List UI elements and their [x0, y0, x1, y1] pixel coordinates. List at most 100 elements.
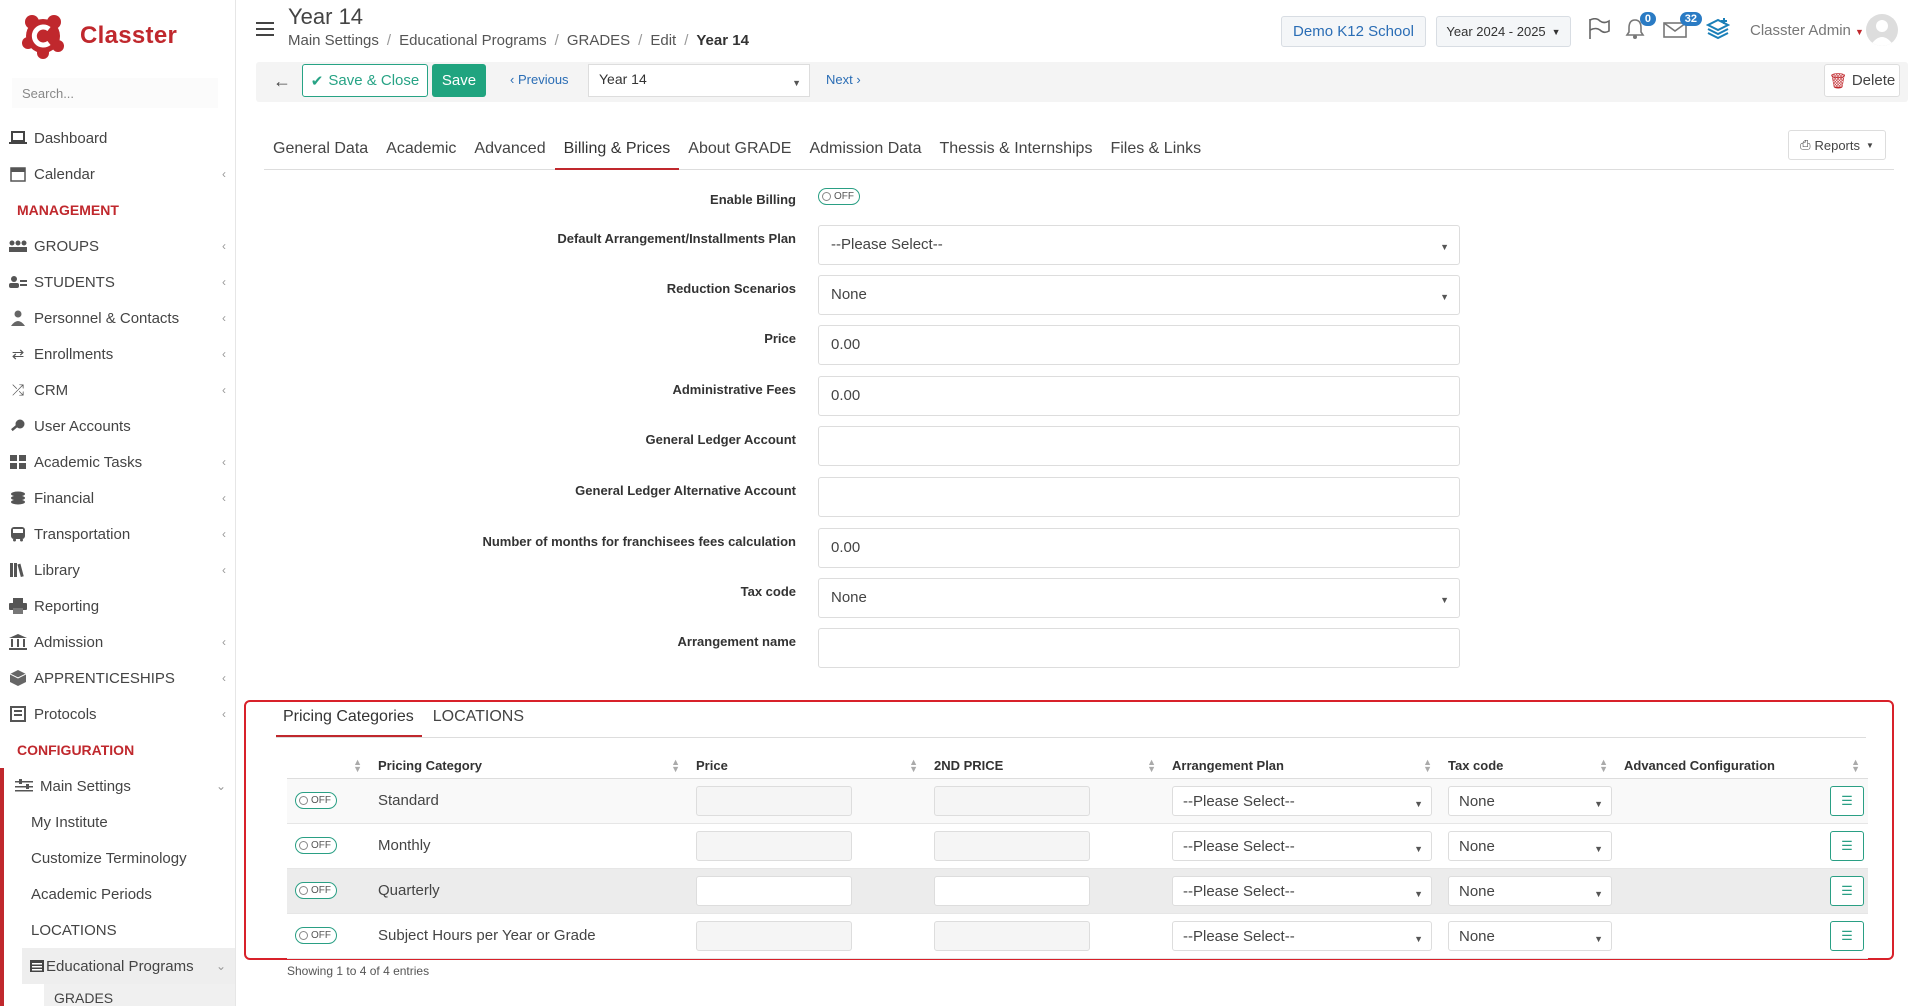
- row-enable-toggle[interactable]: OFF: [295, 882, 337, 899]
- breadcrumb-main-settings[interactable]: Main Settings: [288, 32, 379, 49]
- hamburger-menu-icon[interactable]: [256, 22, 274, 36]
- row-enable-toggle[interactable]: OFF: [295, 792, 337, 809]
- column-header-price[interactable]: Price ▲ ▼: [688, 754, 926, 779]
- sidebar-item-user-accounts[interactable]: User Accounts: [0, 408, 235, 444]
- arrangement-name-field[interactable]: [818, 628, 1460, 668]
- sidebar-item-customize-terminology[interactable]: Customize Terminology: [4, 840, 235, 876]
- default-arrangement-select[interactable]: --Please Select-- ▼: [818, 225, 1460, 265]
- tab-about-grade[interactable]: About GRADE: [679, 132, 800, 170]
- sidebar-item-academic-periods[interactable]: Academic Periods: [4, 876, 235, 912]
- bell-icon[interactable]: 0: [1620, 12, 1656, 44]
- sidebar-item-grades[interactable]: GRADES: [44, 984, 235, 1006]
- user-menu[interactable]: Classter Admin ▼: [1750, 22, 1864, 39]
- school-selector[interactable]: Demo K12 School: [1281, 16, 1426, 47]
- sidebar-item-enrollments[interactable]: ⇄ Enrollments ‹: [0, 336, 235, 372]
- breadcrumb-grades[interactable]: GRADES: [567, 32, 630, 49]
- column-header-pricing-category[interactable]: Pricing Category ▲ ▼: [370, 754, 688, 779]
- arrangement-plan-select[interactable]: --Please Select-- ▼: [1172, 785, 1432, 816]
- sidebar-item-main-settings[interactable]: Main Settings ⌄: [4, 768, 235, 804]
- general-ledger-alt-field[interactable]: [818, 477, 1460, 517]
- sidebar-item-transportation[interactable]: Transportation ‹: [0, 516, 235, 552]
- tax-code-select[interactable]: None ▼: [1448, 830, 1612, 861]
- flag-icon[interactable]: [1584, 14, 1614, 44]
- second-price-input[interactable]: [934, 830, 1090, 861]
- column-header-advanced-configuration[interactable]: Advanced Configuration ▲ ▼: [1616, 754, 1868, 779]
- sidebar-item-students[interactable]: STUDENTS ‹: [0, 264, 235, 300]
- tab-files-links[interactable]: Files & Links: [1101, 132, 1210, 170]
- arrangement-plan-select[interactable]: --Please Select-- ▼: [1172, 830, 1432, 861]
- envelope-icon[interactable]: 32: [1660, 12, 1702, 44]
- sidebar-item-groups[interactable]: GROUPS ‹: [0, 228, 235, 264]
- enable-billing-toggle[interactable]: OFF: [818, 188, 860, 205]
- advanced-config-button[interactable]: ☰: [1830, 830, 1864, 861]
- previous-button[interactable]: ‹ Previous: [510, 72, 569, 87]
- tab-thesis-internships[interactable]: Thessis & Internships: [931, 132, 1102, 170]
- row-enable-toggle[interactable]: OFF: [295, 837, 337, 854]
- breadcrumb-educational-programs[interactable]: Educational Programs: [399, 32, 547, 49]
- delete-button[interactable]: 🗑 Delete: [1824, 64, 1900, 97]
- price-input[interactable]: [696, 830, 852, 861]
- sidebar-item-academic-tasks[interactable]: Academic Tasks ‹: [0, 444, 235, 480]
- tab-billing-prices[interactable]: Billing & Prices: [554, 132, 680, 170]
- advanced-config-button[interactable]: ☰: [1830, 875, 1864, 906]
- price-input[interactable]: [696, 785, 852, 816]
- tab-admission-data[interactable]: Admission Data: [800, 132, 930, 170]
- sidebar-item-library[interactable]: Library ‹: [0, 552, 235, 588]
- sidebar-item-reporting[interactable]: Reporting: [0, 588, 235, 624]
- tab-academic[interactable]: Academic: [377, 132, 465, 170]
- administrative-fees-field[interactable]: 0.00: [818, 376, 1460, 416]
- reduction-scenarios-select[interactable]: None ▼: [818, 275, 1460, 315]
- app-logo[interactable]: Classter: [20, 10, 177, 62]
- save-button[interactable]: Save: [432, 64, 486, 97]
- sidebar-item-crm[interactable]: ⤮ CRM ‹: [0, 372, 235, 408]
- column-header-toggle[interactable]: ▲ ▼: [287, 754, 370, 779]
- back-arrow-icon[interactable]: ←: [268, 66, 296, 96]
- second-price-input[interactable]: [934, 920, 1090, 951]
- column-header-tax-code[interactable]: Tax code ▲ ▼: [1440, 754, 1616, 779]
- price-input[interactable]: [696, 875, 852, 906]
- record-select[interactable]: Year 14 ▼: [588, 64, 810, 97]
- sidebar-item-dashboard[interactable]: Dashboard: [0, 120, 235, 156]
- tab-locations[interactable]: LOCATIONS: [426, 700, 532, 737]
- column-header-arrangement-plan[interactable]: Arrangement Plan ▲ ▼: [1164, 754, 1440, 779]
- price-field[interactable]: 0.00: [818, 325, 1460, 365]
- sidebar-item-financial[interactable]: Financial ‹: [0, 480, 235, 516]
- crm-icon: ⤮: [11, 381, 24, 399]
- second-price-input[interactable]: [934, 785, 1090, 816]
- avatar[interactable]: [1866, 14, 1898, 46]
- sidebar-item-locations[interactable]: LOCATIONS: [4, 912, 235, 948]
- tax-code-select[interactable]: None ▼: [1448, 785, 1612, 816]
- layers-plus-icon[interactable]: [1703, 14, 1733, 44]
- sidebar-item-calendar[interactable]: Calendar ‹: [0, 156, 235, 192]
- sidebar-item-personnel[interactable]: Personnel & Contacts ‹: [0, 300, 235, 336]
- tax-code-select[interactable]: None ▼: [818, 578, 1460, 618]
- tax-code-select[interactable]: None ▼: [1448, 920, 1612, 951]
- sidebar-item-educational-programs[interactable]: Educational Programs ⌄: [22, 948, 235, 984]
- tab-advanced[interactable]: Advanced: [465, 132, 554, 170]
- column-header-2nd-price[interactable]: 2ND PRICE ▲ ▼: [926, 754, 1164, 779]
- price-input[interactable]: [696, 920, 852, 951]
- second-price-input[interactable]: [934, 875, 1090, 906]
- sidebar-search-input[interactable]: [12, 78, 218, 108]
- sidebar-item-my-institute[interactable]: My Institute: [4, 804, 235, 840]
- arrangement-plan-select[interactable]: --Please Select-- ▼: [1172, 875, 1432, 906]
- sidebar-item-label: Personnel & Contacts: [34, 309, 180, 327]
- sidebar-item-protocols[interactable]: Protocols ‹: [0, 696, 235, 732]
- tab-general-data[interactable]: General Data: [264, 132, 377, 170]
- save-close-button[interactable]: ✔ Save & Close: [302, 64, 428, 97]
- sidebar-item-apprenticeships[interactable]: APPRENTICESHIPS ‹: [0, 660, 235, 696]
- sidebar-item-admission[interactable]: Admission ‹: [0, 624, 235, 660]
- advanced-config-button[interactable]: ☰: [1830, 920, 1864, 951]
- year-selector[interactable]: Year 2024 - 2025 ▼: [1436, 16, 1571, 47]
- arrangement-plan-select[interactable]: --Please Select-- ▼: [1172, 920, 1432, 951]
- breadcrumb-edit[interactable]: Edit: [650, 32, 676, 49]
- tax-code-select[interactable]: None ▼: [1448, 875, 1612, 906]
- reports-button[interactable]: ⎙ Reports ▼: [1788, 130, 1886, 160]
- next-button[interactable]: Next ›: [826, 72, 861, 87]
- row-enable-toggle[interactable]: OFF: [295, 927, 337, 944]
- advanced-config-button[interactable]: ☰: [1830, 785, 1864, 816]
- tab-pricing-categories[interactable]: Pricing Categories: [276, 700, 422, 737]
- franchisee-months-field[interactable]: 0.00: [818, 528, 1460, 568]
- general-ledger-field[interactable]: [818, 426, 1460, 466]
- list-icon: ☰: [1841, 837, 1853, 853]
